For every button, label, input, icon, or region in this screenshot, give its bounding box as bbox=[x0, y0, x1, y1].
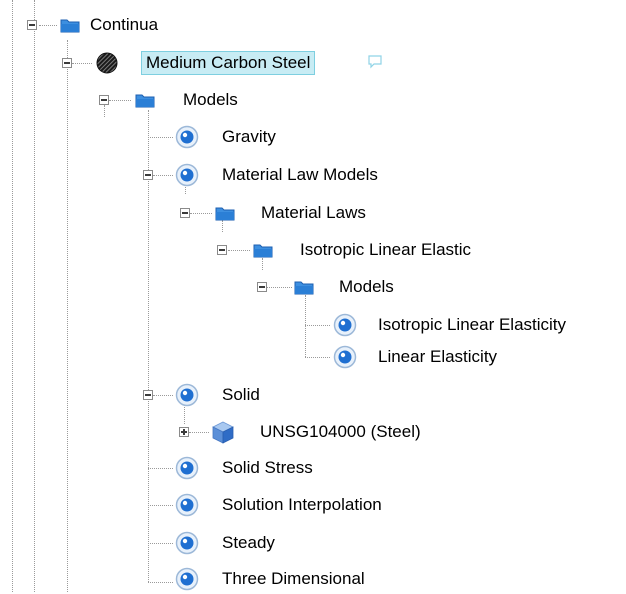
tree-node-solid[interactable]: Solid bbox=[0, 380, 300, 410]
collapse-icon[interactable] bbox=[99, 95, 109, 105]
tree-node-isotropic-linear-elastic[interactable]: Isotropic Linear Elastic bbox=[0, 235, 560, 265]
material-sphere-icon bbox=[96, 52, 118, 74]
tree-label-solid-stress: Solid Stress bbox=[222, 458, 313, 477]
tree-label-solid: Solid bbox=[222, 385, 260, 404]
model-node-icon bbox=[175, 531, 199, 555]
collapse-icon[interactable] bbox=[143, 390, 153, 400]
collapse-icon[interactable] bbox=[62, 58, 72, 68]
tree-node-material-laws[interactable]: Material Laws bbox=[0, 198, 500, 228]
tree-label-medium-carbon-steel: Medium Carbon Steel bbox=[141, 51, 316, 75]
tree-node-linear-elasticity[interactable]: Linear Elasticity bbox=[0, 342, 560, 372]
tree-label-steady: Steady bbox=[222, 533, 275, 552]
model-node-icon bbox=[175, 163, 199, 187]
tree-label-continua: Continua bbox=[90, 15, 159, 34]
tree-label-material-law-models: Material Law Models bbox=[222, 165, 378, 184]
model-node-icon bbox=[175, 125, 199, 149]
tree-label-solution-interpolation: Solution Interpolation bbox=[222, 495, 382, 514]
folder-icon bbox=[60, 19, 80, 33]
model-node-icon bbox=[175, 456, 199, 480]
tree-node-models[interactable]: Models bbox=[0, 85, 300, 115]
expand-icon[interactable] bbox=[179, 427, 189, 437]
collapse-icon[interactable] bbox=[143, 170, 153, 180]
collapse-icon[interactable] bbox=[27, 20, 37, 30]
model-node-icon bbox=[333, 345, 357, 369]
folder-icon bbox=[294, 281, 314, 295]
tree-label-isotropic-linear-elastic: Isotropic Linear Elastic bbox=[300, 240, 472, 259]
tree-label-unsg104000-steel: UNSG104000 (Steel) bbox=[260, 422, 421, 441]
folder-icon bbox=[215, 207, 235, 221]
tree-node-steady[interactable]: Steady bbox=[0, 528, 300, 558]
tree-node-continua[interactable]: Continua bbox=[0, 10, 200, 40]
collapse-icon[interactable] bbox=[217, 245, 227, 255]
tree-node-three-dimensional[interactable]: Three Dimensional bbox=[0, 564, 440, 594]
collapse-icon[interactable] bbox=[180, 208, 190, 218]
collapse-icon[interactable] bbox=[257, 282, 267, 292]
tree-label-isotropic-linear-elasticity: Isotropic Linear Elasticity bbox=[378, 315, 567, 334]
model-node-icon bbox=[175, 567, 199, 591]
material-cube-icon bbox=[212, 421, 234, 444]
tree-label-material-laws: Material Laws bbox=[261, 203, 366, 222]
model-node-icon bbox=[175, 383, 199, 407]
tree-node-unsg104000-steel[interactable]: UNSG104000 (Steel) bbox=[0, 417, 500, 447]
tree-node-solution-interpolation[interactable]: Solution Interpolation bbox=[0, 490, 460, 520]
comment-icon[interactable] bbox=[367, 54, 383, 70]
tree-node-solid-stress[interactable]: Solid Stress bbox=[0, 453, 400, 483]
tree-node-material-law-models[interactable]: Material Law Models bbox=[0, 160, 500, 190]
tree-node-gravity[interactable]: Gravity bbox=[0, 122, 300, 152]
folder-icon bbox=[253, 244, 273, 258]
model-node-icon bbox=[333, 313, 357, 337]
folder-icon bbox=[135, 94, 155, 108]
tree-label-models: Models bbox=[183, 90, 238, 109]
tree-node-isotropic-linear-elasticity[interactable]: Isotropic Linear Elasticity bbox=[0, 310, 626, 340]
tree-label-three-dimensional: Three Dimensional bbox=[222, 569, 365, 588]
simulation-tree: Continua Medium Carbon Steel Models Grav… bbox=[0, 0, 626, 592]
tree-node-medium-carbon-steel[interactable]: Medium Carbon Steel bbox=[0, 48, 420, 78]
model-node-icon bbox=[175, 493, 199, 517]
tree-label-linear-elasticity: Linear Elasticity bbox=[378, 347, 498, 366]
tree-label-sub-models: Models bbox=[339, 277, 394, 296]
tree-label-gravity: Gravity bbox=[222, 127, 276, 146]
tree-node-sub-models[interactable]: Models bbox=[0, 272, 500, 302]
